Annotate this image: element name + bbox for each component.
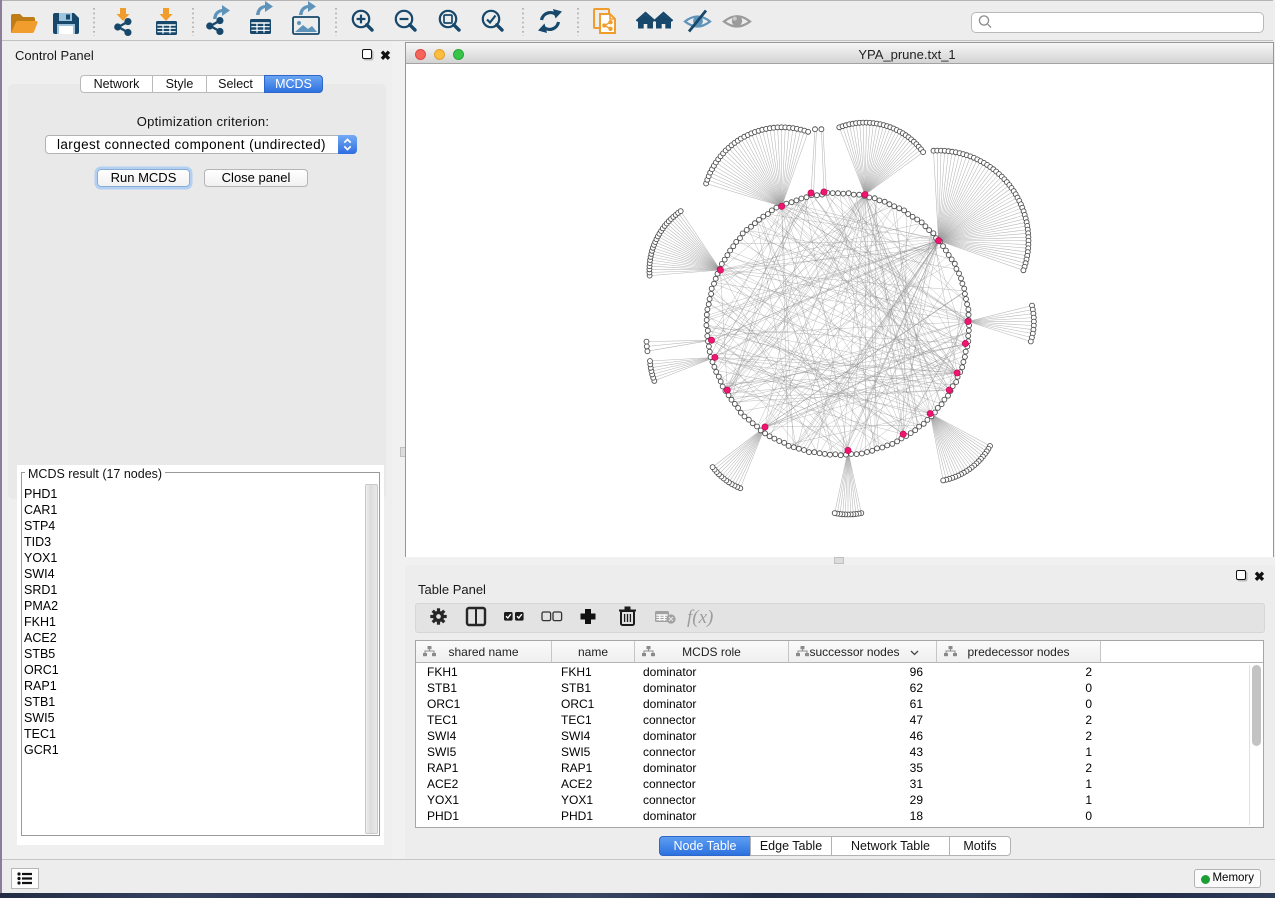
svg-text:f(x): f(x) xyxy=(687,607,713,628)
